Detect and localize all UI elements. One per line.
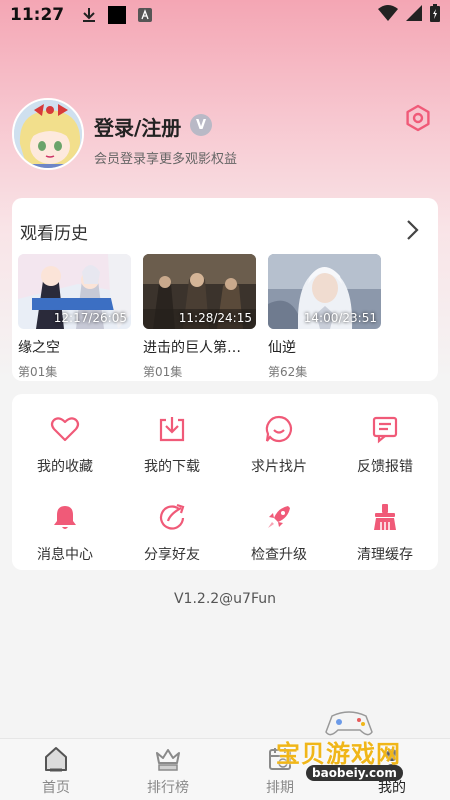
video-episode: 第01集	[143, 365, 183, 379]
ranking-icon	[154, 745, 182, 773]
share-button[interactable]: 分享好友	[119, 498, 225, 568]
vip-badge: V	[190, 114, 212, 136]
video-episode: 第01集	[18, 365, 58, 379]
history-item[interactable]: 11:28/24:15 进击的巨人第… 第01集	[143, 254, 256, 380]
video-title: 缘之空	[18, 340, 60, 356]
thumb-progress-time: 14:00/23:51	[303, 311, 377, 325]
menu-label: 反馈报错	[357, 459, 413, 475]
nav-ranking[interactable]: 排行榜	[118, 745, 218, 797]
clear-cache-button[interactable]: 清理缓存	[332, 498, 438, 568]
nav-label: 排行榜	[147, 780, 189, 796]
video-thumbnail: 11:28/24:15	[143, 254, 256, 329]
broom-icon	[370, 502, 400, 532]
menu-label: 求片找片	[251, 459, 307, 475]
downloads-button[interactable]: 我的下载	[119, 410, 225, 480]
download-icon	[157, 414, 187, 444]
feedback-button[interactable]: 反馈报错	[332, 410, 438, 480]
menu-label: 分享好友	[144, 547, 200, 563]
rocket-icon	[264, 502, 294, 532]
download-status-icon	[82, 7, 96, 23]
bell-icon	[50, 502, 80, 532]
status-time: 11:27	[10, 5, 65, 25]
settings-icon[interactable]	[404, 104, 432, 132]
thumb-progress-time: 11:28/24:15	[178, 311, 252, 325]
battery-icon	[430, 3, 440, 27]
nav-label: 首页	[42, 780, 70, 796]
app-status-icon	[108, 6, 127, 24]
thumb-progress-time: 12:17/26:05	[53, 311, 127, 325]
video-title: 仙逆	[268, 340, 296, 356]
menu-label: 检查升级	[251, 547, 307, 563]
version-label: V1.2.2@u7Fun	[173, 591, 276, 607]
history-item[interactable]: 12:17/26:05 缘之空 第01集	[18, 254, 131, 380]
menu-label: 消息中心	[37, 547, 93, 563]
wifi-icon	[378, 4, 398, 26]
watch-history-card: 观看历史 12:17/26:05 缘之空 第01集 11:28/24:15 进击…	[12, 198, 438, 381]
message-center-button[interactable]: 消息中心	[12, 498, 118, 568]
menu-label: 我的下载	[144, 459, 200, 475]
video-thumbnail: 14:00/23:51	[268, 254, 381, 329]
video-title: 进击的巨人第…	[143, 340, 241, 356]
video-thumbnail: 12:17/26:05	[18, 254, 131, 329]
keyboard-status-icon	[138, 8, 153, 22]
home-icon	[42, 745, 70, 773]
login-subtitle: 会员登录享更多观影权益	[94, 152, 238, 167]
favorites-button[interactable]: 我的收藏	[12, 410, 118, 480]
menu-label: 我的收藏	[37, 459, 93, 475]
menu-label: 清理缓存	[357, 547, 413, 563]
watermark: 宝贝游戏网 baobeiy.com	[276, 708, 426, 788]
nav-home[interactable]: 首页	[6, 745, 106, 797]
status-bar: 11:27	[0, 0, 450, 30]
login-register-link[interactable]: 登录/注册	[94, 112, 181, 141]
feature-menu-card: 我的收藏 我的下载 求片找片 反馈报错 消息中心 分享好友 检查升级 清理缓存	[12, 394, 438, 570]
avatar[interactable]	[12, 98, 84, 170]
share-icon	[157, 502, 187, 532]
history-item[interactable]: 14:00/23:51 仙逆 第62集	[268, 254, 381, 380]
check-update-button[interactable]: 检查升级	[226, 498, 332, 568]
chevron-right-icon[interactable]	[402, 218, 422, 242]
request-video-button[interactable]: 求片找片	[226, 410, 332, 480]
watermark-text: 宝贝游戏网	[276, 740, 401, 768]
heart-icon	[50, 414, 80, 444]
history-title: 观看历史	[20, 224, 88, 244]
chat-bubble-icon	[264, 414, 294, 444]
video-episode: 第62集	[268, 365, 308, 379]
watermark-url: baobeiy.com	[306, 765, 403, 781]
feedback-icon	[370, 414, 400, 444]
status-right	[378, 3, 440, 27]
signal-icon	[406, 4, 422, 26]
